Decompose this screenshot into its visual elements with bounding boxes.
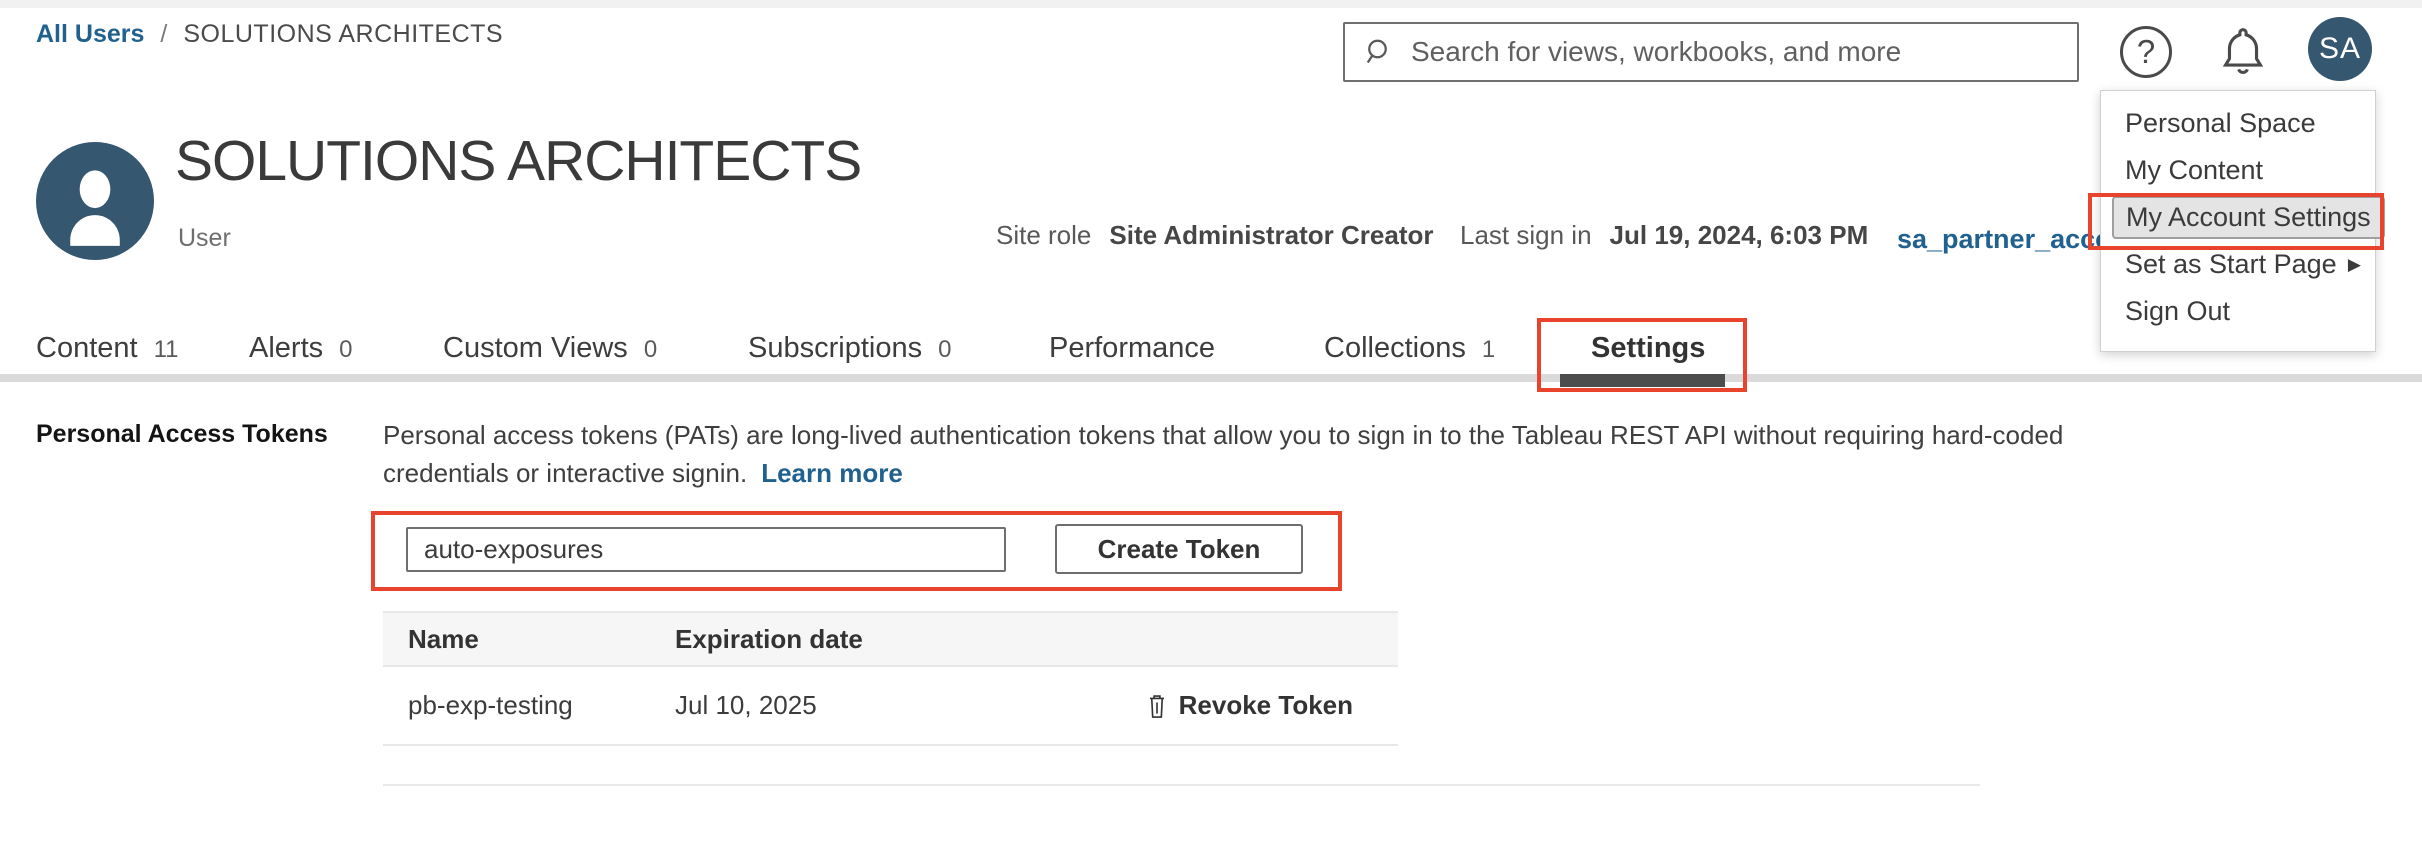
- tab-content[interactable]: Content 11: [36, 332, 179, 365]
- breadcrumb-current: SOLUTIONS ARCHITECTS: [183, 20, 503, 49]
- tab-label: Subscriptions: [748, 332, 922, 365]
- learn-more-link[interactable]: Learn more: [761, 458, 903, 488]
- pat-description: Personal access tokens (PATs) are long-l…: [383, 416, 2063, 492]
- token-name-input[interactable]: [406, 527, 1006, 572]
- tab-settings[interactable]: Settings: [1591, 332, 1705, 365]
- tab-collections[interactable]: Collections 1: [1324, 332, 1495, 365]
- last-sign-in-label: Last sign in: [1460, 220, 1592, 251]
- search-input[interactable]: [1411, 36, 2061, 68]
- site-role-value: Site Administrator Creator: [1109, 220, 1433, 251]
- pat-description-line1: Personal access tokens (PATs) are long-l…: [383, 420, 2063, 450]
- last-sign-in-value: Jul 19, 2024, 6:03 PM: [1610, 220, 1869, 251]
- tab-custom-views[interactable]: Custom Views 0: [443, 332, 657, 365]
- tab-count: 0: [339, 336, 352, 364]
- user-avatar-button[interactable]: SA: [2308, 17, 2372, 81]
- profile-avatar: [36, 142, 154, 260]
- tab-label: Content: [36, 332, 138, 365]
- create-token-button[interactable]: Create Token: [1055, 524, 1303, 574]
- column-header-expiration: Expiration date: [675, 624, 1398, 655]
- tab-count: 0: [938, 336, 951, 364]
- menu-item-label: Sign Out: [2125, 296, 2230, 326]
- tab-label: Alerts: [249, 332, 323, 365]
- tab-subscriptions[interactable]: Subscriptions 0: [748, 332, 951, 365]
- breadcrumb-separator: /: [160, 20, 167, 49]
- submenu-arrow-icon: ▶: [2348, 241, 2361, 288]
- tab-label: Collections: [1324, 332, 1466, 365]
- person-icon: [36, 142, 154, 260]
- token-table-header: Name Expiration date: [383, 611, 1398, 667]
- site-role: Site role Site Administrator Creator: [996, 220, 1434, 251]
- menu-item-my-content[interactable]: My Content: [2101, 147, 2375, 194]
- search-icon: [1361, 34, 1397, 70]
- tableau-user-settings-page: All Users / SOLUTIONS ARCHITECTS ? SA SO…: [0, 0, 2422, 850]
- table-row: pb-exp-testing Jul 10, 2025 Revoke Token: [383, 667, 1398, 746]
- tab-count: 1: [1482, 336, 1495, 364]
- tab-performance[interactable]: Performance: [1049, 332, 1215, 365]
- menu-item-sign-out[interactable]: Sign Out: [2101, 288, 2375, 335]
- breadcrumb: All Users / SOLUTIONS ARCHITECTS: [36, 20, 503, 49]
- token-table: Name Expiration date pb-exp-testing Jul …: [383, 611, 1398, 746]
- site-role-label: Site role: [996, 220, 1091, 251]
- revoke-token-label: Revoke Token: [1179, 690, 1353, 721]
- trash-icon: [1145, 692, 1169, 720]
- pat-description-line2: credentials or interactive signin.: [383, 458, 747, 488]
- tab-alerts[interactable]: Alerts 0: [249, 332, 353, 365]
- section-divider: [383, 784, 1980, 786]
- tab-count: 0: [644, 336, 657, 364]
- tab-label: Settings: [1591, 332, 1705, 365]
- page-title: SOLUTIONS ARCHITECTS: [175, 128, 861, 194]
- tab-label: Custom Views: [443, 332, 628, 365]
- tab-track: [0, 374, 2422, 382]
- column-header-name: Name: [383, 624, 675, 655]
- revoke-token-button[interactable]: Revoke Token: [1145, 690, 1398, 721]
- user-dropdown-menu: Personal Space My Content My Account Set…: [2100, 90, 2376, 352]
- notifications-bell-icon[interactable]: [2214, 22, 2272, 80]
- menu-item-set-as-start-page[interactable]: Set as Start Page ▶: [2101, 241, 2375, 288]
- pat-section-heading: Personal Access Tokens: [36, 420, 328, 449]
- token-name-cell: pb-exp-testing: [383, 690, 675, 721]
- token-expiration-cell: Jul 10, 2025: [675, 690, 1145, 721]
- menu-item-label: My Content: [2125, 155, 2263, 185]
- active-tab-underline: [1560, 374, 1725, 387]
- menu-item-personal-space[interactable]: Personal Space: [2101, 100, 2375, 147]
- highlighted-menu-item: My Account Settings: [2112, 196, 2385, 239]
- avatar-initials: SA: [2319, 32, 2361, 66]
- account-name-link[interactable]: sa_partner_accou: [1897, 224, 2128, 255]
- top-divider-strip: [0, 0, 2422, 8]
- help-icon[interactable]: ?: [2120, 26, 2172, 78]
- menu-item-label: Personal Space: [2125, 108, 2316, 138]
- tab-label: Performance: [1049, 332, 1215, 365]
- breadcrumb-all-users-link[interactable]: All Users: [36, 20, 144, 49]
- menu-item-label: Set as Start Page: [2125, 249, 2337, 279]
- user-type-label: User: [178, 224, 231, 253]
- tab-count: 11: [154, 336, 179, 364]
- menu-item-my-account-settings[interactable]: My Account Settings: [2101, 194, 2375, 241]
- last-sign-in: Last sign in Jul 19, 2024, 6:03 PM: [1460, 220, 1868, 251]
- search-box[interactable]: [1343, 22, 2079, 82]
